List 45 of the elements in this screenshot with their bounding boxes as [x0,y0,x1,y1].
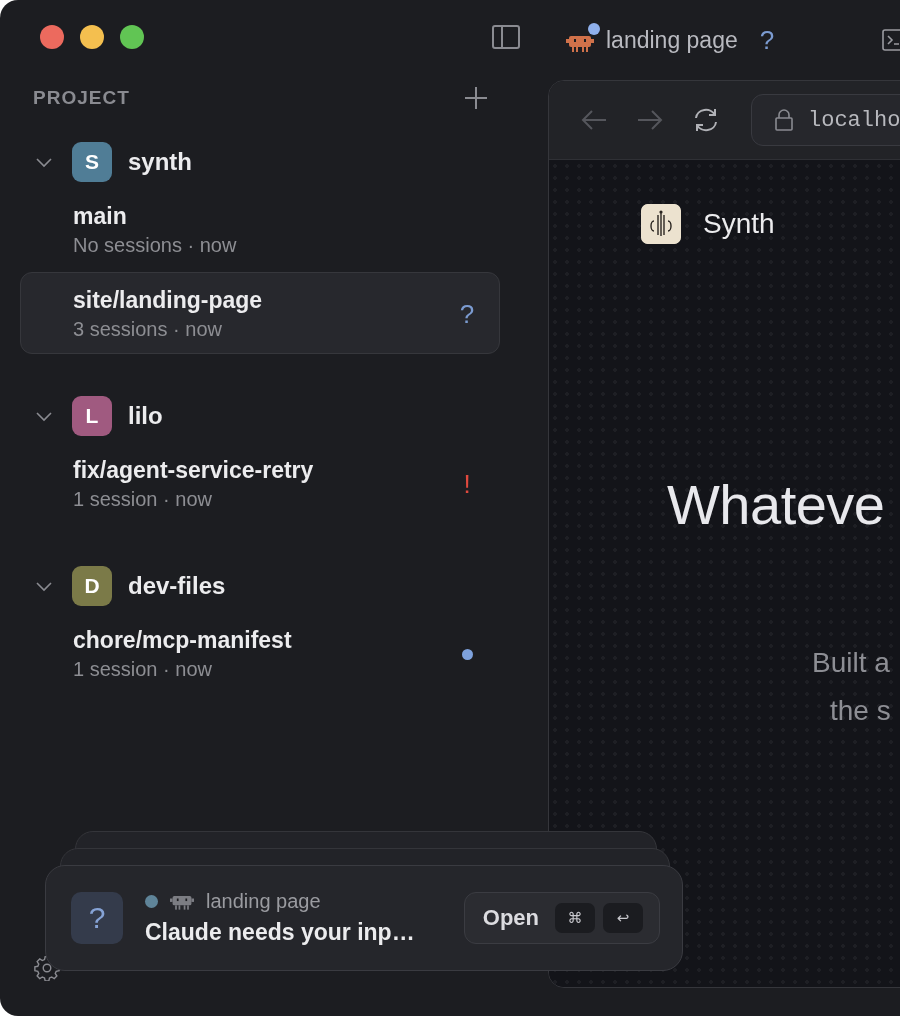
branch-name: chore/mcp-manifest [73,627,293,654]
branch-name: main [73,203,128,230]
project-name[interactable]: lilo [128,402,163,430]
hero-subtitle: Built a [812,647,891,679]
project-avatar: D [72,566,112,606]
window-control-button[interactable] [40,25,64,49]
sidebar-toggle-icon[interactable] [492,25,520,49]
terminal-icon[interactable] [882,29,900,51]
brand-name: Synth [703,208,775,240]
branch-meta: 1 session · now [73,658,213,681]
project-name[interactable]: synth [128,148,192,176]
robot-icon [170,893,194,910]
branch-item[interactable]: chore/mcp-manifest 1 session · now [20,612,500,694]
question-icon: ? [455,298,479,330]
project-avatar: L [72,396,112,436]
branch-item[interactable]: main No sessions · now [20,188,500,270]
robot-icon [566,33,594,52]
window-control-button[interactable] [120,25,144,49]
key-hint: ↩ [603,903,643,933]
lock-icon [774,109,794,131]
notification-message: Claude needs your inp… [145,919,416,946]
alert-icon: ! [455,468,479,500]
question-icon: ? [71,892,123,944]
project-avatar: S [72,142,112,182]
add-icon[interactable] [464,86,488,110]
branch-item[interactable]: fix/agent-service-retry 1 session · now ! [20,442,500,524]
branch-meta: No sessions · now [73,234,238,257]
window-control-button[interactable] [80,25,104,49]
project-label: landing page [206,890,321,913]
branch-name: site/landing-page [73,287,264,314]
tab-title[interactable]: landing page [606,26,738,54]
project-name[interactable]: dev-files [128,572,226,600]
status-dot [462,648,473,660]
branch-item[interactable]: site/landing-page 3 sessions · now ? [20,272,500,354]
status-label: ? [759,24,775,56]
open-button[interactable]: Open ⌘ ↩ [463,892,660,944]
branch-meta: 1 session · now [73,488,213,511]
hero-subtitle: the s [830,695,892,727]
branch-name: fix/agent-service-retry [73,457,315,484]
logo-icon [641,204,681,244]
section-heading: PROJECT [33,87,131,109]
key-hint: ⌘ [555,903,595,933]
branch-meta: 3 sessions · now [73,318,223,341]
address-field[interactable]: localho [751,94,900,146]
hero-heading: Whateve [667,472,886,537]
